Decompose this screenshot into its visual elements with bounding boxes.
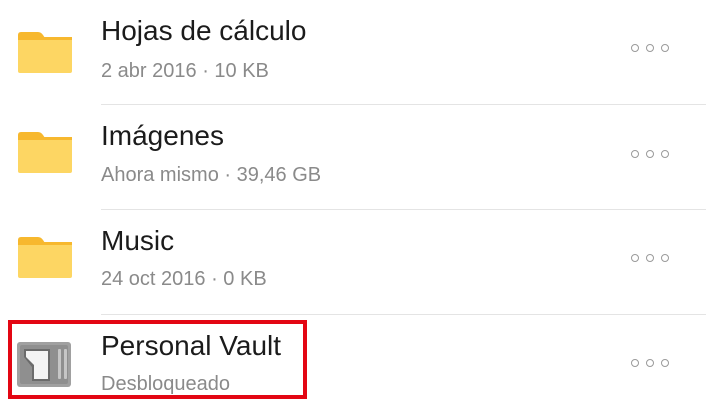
more-options-button[interactable] — [625, 33, 675, 63]
item-meta: 24 oct 2016 · 0 KB — [101, 268, 267, 290]
folder-icon — [16, 234, 74, 280]
dot-icon — [646, 44, 654, 52]
dot-icon — [646, 254, 654, 262]
folder-icon — [16, 29, 74, 75]
dot-icon — [646, 359, 654, 367]
list-item-imagenes[interactable]: Imágenes Ahora mismo · 39,46 GB — [0, 105, 720, 210]
item-meta: Ahora mismo · 39,46 GB — [101, 164, 322, 186]
file-list: Hojas de cálculo 2 abr 2016 · 10 KB Imág… — [0, 0, 720, 402]
list-item-hojas-de-calculo[interactable]: Hojas de cálculo 2 abr 2016 · 10 KB — [0, 0, 720, 105]
item-name: Hojas de cálculo — [101, 15, 307, 46]
personal-vault-icon — [16, 339, 74, 389]
list-item-personal-vault[interactable]: Personal Vault Desbloqueado — [0, 315, 720, 402]
list-item-music[interactable]: Music 24 oct 2016 · 0 KB — [0, 210, 720, 315]
dot-icon — [631, 254, 639, 262]
item-meta: Desbloqueado — [101, 373, 230, 395]
item-name: Personal Vault — [101, 330, 282, 361]
dot-icon — [631, 150, 639, 158]
dot-icon — [661, 150, 669, 158]
item-name: Music — [101, 225, 175, 256]
dot-icon — [661, 44, 669, 52]
dot-icon — [661, 359, 669, 367]
dot-icon — [646, 150, 654, 158]
item-meta: 2 abr 2016 · 10 KB — [101, 60, 269, 82]
more-options-button[interactable] — [625, 243, 675, 273]
more-options-button[interactable] — [625, 139, 675, 169]
dot-icon — [631, 44, 639, 52]
more-options-button[interactable] — [625, 348, 675, 378]
dot-icon — [661, 254, 669, 262]
item-name: Imágenes — [101, 120, 224, 151]
folder-icon — [16, 129, 74, 175]
dot-icon — [631, 359, 639, 367]
